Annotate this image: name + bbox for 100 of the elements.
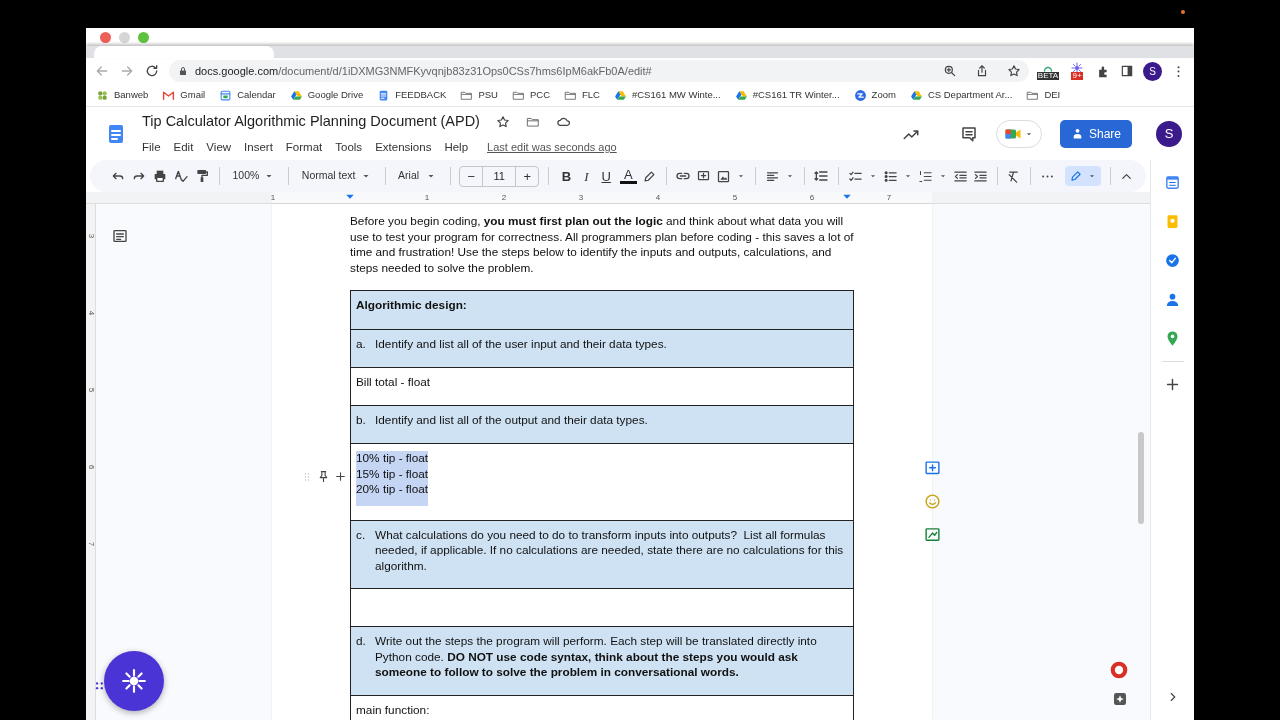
font-size-field[interactable]: 11	[482, 166, 517, 186]
extension-badge: BETA	[1036, 72, 1060, 80]
spellcheck-icon[interactable]	[173, 168, 189, 184]
menu-item[interactable]: Tools	[335, 138, 363, 156]
bookmark[interactable]: Google Drive	[289, 87, 364, 103]
ruler-number: 2	[500, 192, 508, 204]
meet-button[interactable]	[996, 119, 1042, 148]
zoom-dropdown[interactable]: 100%	[228, 168, 280, 184]
pin-icon[interactable]	[317, 470, 330, 483]
step-marker: a.	[356, 337, 367, 353]
italic-button[interactable]: I	[580, 169, 593, 183]
menu-item[interactable]: View	[206, 138, 232, 156]
step-marker: d.	[356, 634, 367, 650]
editing-mode-button[interactable]	[1064, 166, 1101, 186]
reload-icon[interactable]	[144, 63, 160, 79]
text-color-button[interactable]: A	[619, 168, 637, 184]
menu-item[interactable]: Format	[285, 138, 323, 156]
plus-icon[interactable]	[334, 470, 347, 483]
decrease-font-size-button[interactable]: −	[460, 166, 483, 186]
font-dropdown[interactable]: Arial	[394, 168, 441, 184]
menu-item[interactable]: Insert	[244, 138, 273, 156]
ruler-number: 6	[86, 463, 97, 472]
menu-item[interactable]: Edit	[173, 138, 194, 156]
menu-item[interactable]: File	[142, 138, 161, 156]
triangle-logo-icon	[289, 88, 303, 102]
triangle-logo-icon	[613, 88, 627, 102]
ruler-number: 7	[86, 540, 97, 549]
ruler-number: 6	[808, 192, 816, 204]
floating-action-button[interactable]	[104, 651, 164, 711]
ruler-number: 1	[423, 192, 431, 204]
suggest-edit-icon[interactable]	[924, 526, 941, 543]
bookmark[interactable]: CS Department Ar...	[909, 87, 1013, 103]
add-addon-icon[interactable]	[1164, 376, 1181, 393]
print-icon[interactable]	[152, 168, 168, 184]
bookmark[interactable]: #CS161 MW Winte...	[613, 87, 721, 103]
step-instruction: Identify and list all of the user input and their data types.	[375, 337, 667, 353]
document-outline-icon[interactable]	[112, 228, 128, 244]
bold-button[interactable]: B	[557, 169, 576, 183]
ruler-number: 1	[269, 192, 277, 204]
ruler-number: 5	[86, 386, 97, 395]
side-panel-icon[interactable]	[1120, 64, 1134, 78]
clover-icon	[96, 88, 109, 102]
triangle-logo-icon	[734, 88, 748, 102]
tasks-icon[interactable]	[1164, 252, 1181, 269]
bookmark[interactable]: FLC	[564, 87, 600, 103]
contacts-icon[interactable]	[1164, 291, 1181, 308]
close-window-button[interactable]	[100, 32, 111, 43]
bookmark[interactable]: #CS161 TR Winter...	[734, 87, 840, 103]
intro-paragraph: Before you begin coding, you must first plan out the logic and think about what data you will use to test your program for correctness. All programmers plan before coding - this saves a lot of time and frustration! Use the steps below to identify the inputs and outputs, calculations, and steps needed to solve the problem.	[350, 214, 854, 276]
document-title[interactable]: Tip Calculator Algorithmic Planning Document (APD)	[142, 111, 480, 133]
bookmark[interactable]: PCC	[511, 87, 550, 103]
sun-icon	[121, 668, 147, 694]
bookmark[interactable]: Calendar	[219, 87, 276, 103]
bookmark[interactable]: Zoom	[853, 87, 896, 103]
bulleted-list-icon[interactable]	[882, 168, 898, 184]
decrease-indent-icon[interactable]	[952, 168, 968, 184]
step-instruction: Identify and list all of the output and their data types.	[375, 413, 648, 429]
bookmark[interactable]: DEI	[1026, 87, 1061, 103]
ruler-number: 7	[885, 192, 893, 204]
scrollbar-thumb[interactable]	[1138, 432, 1144, 524]
address-bar[interactable]: docs.google.com/document/d/1iDXMG3NMFKyvqnjb83z31Ops0CSs7hms6IpM6akFb0A/edit#	[169, 60, 1029, 82]
image-icon[interactable]	[716, 168, 732, 184]
lock-icon	[177, 65, 189, 77]
video-logo-icon	[853, 88, 867, 102]
share-icon[interactable]	[975, 64, 989, 78]
bookmark[interactable]: FEEDBACK	[377, 87, 447, 103]
profile-avatar[interactable]: S	[1143, 61, 1162, 81]
account-avatar[interactable]: S	[1156, 120, 1182, 147]
menu-item[interactable]: Help	[444, 138, 469, 156]
extension-spark-icon[interactable]	[1070, 62, 1084, 74]
comment-history-icon[interactable]	[960, 124, 978, 143]
add-comment-icon[interactable]	[924, 460, 941, 477]
star-icon[interactable]	[495, 114, 510, 129]
increase-indent-icon[interactable]	[972, 168, 988, 184]
ruler-number: 3	[577, 192, 585, 204]
star-icon[interactable]	[1007, 64, 1021, 78]
ruler-number: 3	[86, 232, 97, 241]
numbered-list-icon[interactable]	[917, 168, 933, 184]
menu-item[interactable]: Extensions	[375, 138, 432, 156]
bookmark[interactable]: Gmail	[162, 87, 206, 103]
increase-font-size-button[interactable]: +	[516, 166, 539, 186]
share-button[interactable]: Share	[1060, 119, 1132, 148]
zoom-icon[interactable]	[943, 64, 957, 78]
ruler-number: 4	[654, 192, 662, 204]
pencil-icon	[1068, 169, 1083, 183]
calendar-icon[interactable]	[1164, 174, 1181, 191]
bookmark[interactable]: Banweb	[96, 87, 149, 103]
recording-indicator-icon	[1181, 10, 1185, 14]
line-spacing-icon[interactable]	[813, 168, 830, 184]
explore-icon[interactable]	[1111, 690, 1129, 708]
calendar-icon	[219, 88, 233, 102]
style-dropdown[interactable]: Normal text	[297, 168, 376, 184]
last-edit-link[interactable]: Last edit was seconds ago	[487, 139, 617, 156]
step-marker: b.	[356, 413, 367, 429]
bookmark[interactable]: PSU	[460, 87, 498, 103]
step-instruction: Write out the steps the program will perform. Each step will be translated directly into Python code. DO NOT use code syntax, think about the steps you would ask someone to follow to solve the problem in conversational words.	[375, 634, 818, 681]
answer-line: Bill total - float	[356, 375, 431, 391]
paint-format-icon[interactable]	[194, 168, 210, 184]
notification-badge-icon[interactable]	[1109, 660, 1129, 680]
underline-button[interactable]: U	[597, 169, 615, 183]
